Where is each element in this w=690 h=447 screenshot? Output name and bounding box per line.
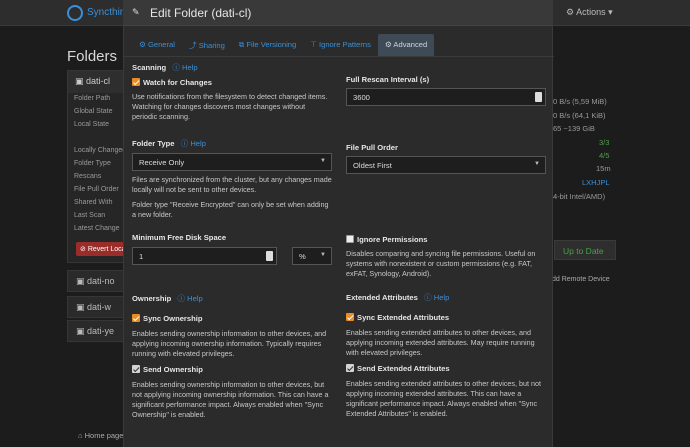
sync-xattrs-desc: Enables sending extended attributes to o… <box>346 328 535 357</box>
spinner-icon[interactable] <box>266 251 273 261</box>
gear-icon: ⚙ <box>139 40 146 49</box>
scanning-help-link[interactable]: ⓘ Help <box>172 63 197 72</box>
add-remote-device-button[interactable]: dd Remote Device <box>552 276 610 283</box>
ignore-permissions-desc: Disables comparing and syncing file perm… <box>346 249 536 278</box>
ignore-permissions-checkbox[interactable]: Ignore Permissions <box>346 235 546 244</box>
modal-title: Edit Folder (dati-cl) <box>150 5 252 20</box>
actions-menu[interactable]: ⚙ Actions ▾ <box>566 7 613 18</box>
bg-row: Shared With <box>74 199 113 206</box>
xattrs-help-link[interactable]: ⓘ Help <box>424 293 449 302</box>
stat: 65 ~139 GiB <box>553 124 595 133</box>
revert-local-button[interactable]: ⊘ Revert Local <box>76 242 128 256</box>
folder-type-label: Folder Type ⓘ Help <box>132 139 206 148</box>
folder-panel-header[interactable]: ▣ dati-cl <box>68 71 130 93</box>
stat: 4-bit Intel/AMD) <box>553 192 606 201</box>
cogs-icon: ⚙ <box>384 40 392 49</box>
bg-row: Folder Path <box>74 95 111 102</box>
bg-row: Locally Changed <box>74 147 127 154</box>
tab-general[interactable]: ⚙ General <box>132 34 182 56</box>
send-xattrs-desc: Enables sending extended attributes to o… <box>346 379 541 418</box>
folder-type-select[interactable]: Receive Only ▼ <box>132 153 332 171</box>
checkbox-checked-icon[interactable] <box>346 313 354 321</box>
edit-folder-modal: ✎ Edit Folder (dati-cl) ⚙ General ⤴ Shar… <box>123 0 554 447</box>
checkbox-unchecked-icon[interactable] <box>346 235 354 243</box>
stat: LXHJPL <box>582 178 610 187</box>
modal-header: ✎ Edit Folder (dati-cl) <box>124 0 552 26</box>
checkbox-checked-icon[interactable] <box>132 314 140 322</box>
stat: 0 B/s (64,1 KiB) <box>553 111 606 120</box>
xattrs-label: Extended Attributes ⓘ Help <box>346 293 450 302</box>
folder-type-desc: Files are synchronized from the cluster,… <box>132 175 332 194</box>
tab-ignore-patterns[interactable]: ⊤ Ignore Patterns <box>303 34 378 56</box>
stat: 0 B/s (5,59 MiB) <box>553 97 607 106</box>
watch-changes-checkbox[interactable]: Watch for Changes <box>132 78 332 87</box>
spinner-icon[interactable] <box>535 92 542 102</box>
home-page-link[interactable]: ⌂ Home page <box>78 431 123 440</box>
bg-row: Global State <box>74 108 113 115</box>
chevron-down-icon: ▼ <box>320 158 326 164</box>
bg-row: Latest Change <box>74 225 120 232</box>
bg-row: Folder Type <box>74 160 111 167</box>
folder-item[interactable]: ▣ dati-w <box>67 296 131 318</box>
stat: 3/3 <box>599 138 610 147</box>
ownership-help-link[interactable]: ⓘ Help <box>177 294 202 303</box>
scanning-label: Scanning ⓘ Help <box>132 63 198 72</box>
folder-item[interactable]: ▣ dati-ye <box>67 320 131 342</box>
pull-order-select[interactable]: Oldest First ▼ <box>346 156 546 174</box>
rescan-interval-input[interactable]: 3600 <box>346 88 546 106</box>
tab-file-versioning[interactable]: ⧉ File Versioning <box>232 34 303 56</box>
stat: 4/5 <box>599 151 610 160</box>
bg-row: Last Scan <box>74 212 106 219</box>
folder-type-help-link[interactable]: ⓘ Help <box>181 139 206 148</box>
rescan-interval-label: Full Rescan Interval (s) <box>346 75 430 84</box>
send-ownership-checkbox[interactable]: Send Ownership <box>132 365 332 374</box>
sync-ownership-checkbox[interactable]: Sync Ownership <box>132 314 332 323</box>
share-icon: ⤴ <box>188 41 197 50</box>
copy-icon: ⧉ <box>238 40 245 49</box>
stat: 15m <box>596 164 611 173</box>
min-disk-unit-select[interactable]: % ▼ <box>292 247 332 265</box>
tab-divider <box>124 56 554 57</box>
pull-order-label: File Pull Order <box>346 143 398 152</box>
pencil-icon: ✎ <box>132 7 140 17</box>
folder-type-note: Folder type "Receive Encrypted" can only… <box>132 200 329 219</box>
bg-row <box>68 132 130 145</box>
tab-bar: ⚙ General ⤴ Sharing ⧉ File Versioning ⊤ … <box>132 34 435 56</box>
chevron-down-icon: ▼ <box>534 161 540 167</box>
syncthing-logo-icon <box>67 5 83 21</box>
sync-ownership-desc: Enables sending ownership information to… <box>132 329 327 358</box>
min-disk-input[interactable]: 1 <box>132 247 277 265</box>
chevron-down-icon: ▼ <box>320 252 326 258</box>
tab-sharing[interactable]: ⤴ Sharing <box>182 34 232 56</box>
bg-row: Local State <box>74 121 110 128</box>
bg-row: File Pull Order <box>74 186 119 193</box>
ownership-label: Ownership ⓘ Help <box>132 294 203 303</box>
send-xattrs-checkbox[interactable]: Send Extended Attributes <box>346 364 546 373</box>
watch-changes-desc: Use notifications from the filesystem to… <box>132 92 328 121</box>
bg-row: Rescans <box>74 173 102 180</box>
checkbox-checked-icon[interactable] <box>132 78 140 86</box>
up-to-date-badge: Up to Date <box>554 240 616 260</box>
sync-xattrs-checkbox[interactable]: Sync Extended Attributes <box>346 313 546 322</box>
actions-label: Actions <box>576 7 606 17</box>
send-ownership-desc: Enables sending ownership information to… <box>132 380 329 419</box>
folders-title: Folders <box>67 48 118 65</box>
folder-panel-bg: ▣ dati-cl Folder Path Global State Local… <box>67 70 131 263</box>
filter-icon: ⊤ <box>310 40 317 49</box>
folder-item[interactable]: ▣ dati-no <box>67 270 131 292</box>
checkbox-checked-icon[interactable] <box>346 364 354 372</box>
min-disk-label: Minimum Free Disk Space <box>132 233 227 242</box>
checkbox-checked-icon[interactable] <box>132 365 140 373</box>
tab-advanced[interactable]: ⚙ Advanced <box>377 34 435 56</box>
